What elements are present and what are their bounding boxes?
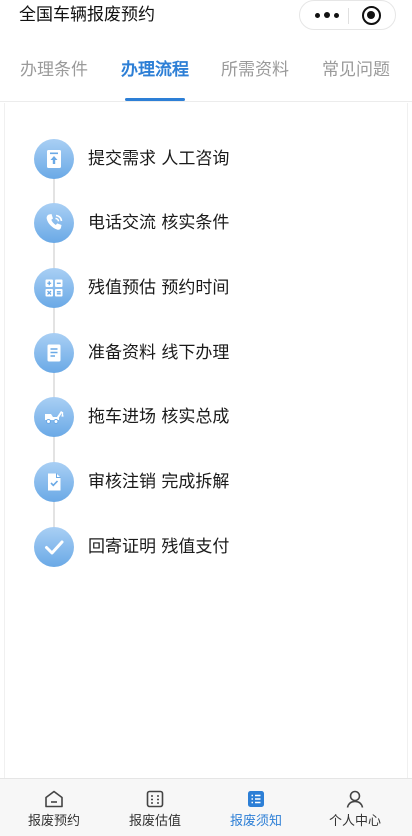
calculator-icon <box>146 790 164 808</box>
home-icon <box>45 790 63 808</box>
process-step: 回寄证明 残值支付 <box>34 527 374 567</box>
tab-materials[interactable]: 所需资料 <box>218 60 292 100</box>
step-label: 准备资料 线下办理 <box>88 343 230 363</box>
checked-document-icon <box>34 462 74 502</box>
more-menu-icon[interactable] <box>306 1 348 29</box>
process-step: 拖车进场 核实总成 <box>34 397 374 437</box>
nav-item-profile[interactable]: 个人中心 <box>305 779 405 836</box>
tab-faq[interactable]: 常见问题 <box>319 60 393 100</box>
close-miniprogram-icon[interactable] <box>362 6 381 25</box>
page-title: 全国车辆报废预约 <box>19 5 155 25</box>
nav-label: 个人中心 <box>328 814 381 829</box>
bottom-tab-bar: 报废预约 报废估值 报废须知 个人中心 <box>0 778 412 836</box>
tab-conditions[interactable]: 办理条件 <box>17 60 91 100</box>
nav-label: 报废须知 <box>229 814 282 829</box>
process-step: 准备资料 线下办理 <box>34 333 374 373</box>
nav-item-appointment[interactable]: 报废预约 <box>4 779 104 836</box>
calculator-icon <box>34 268 74 308</box>
tab-bar: 办理条件 办理流程 所需资料 常见问题 <box>0 50 412 102</box>
process-step: 提交需求 人工咨询 <box>34 139 374 179</box>
step-label: 提交需求 人工咨询 <box>88 149 230 169</box>
user-icon <box>346 790 364 808</box>
tow-truck-icon <box>34 397 74 437</box>
step-label: 电话交流 核实条件 <box>88 213 230 233</box>
nav-label: 报废预约 <box>27 814 80 829</box>
step-label: 回寄证明 残值支付 <box>88 537 230 557</box>
upload-document-icon <box>34 139 74 179</box>
nav-header: 全国车辆报废预约 <box>0 0 412 50</box>
nav-item-valuation[interactable]: 报废估值 <box>105 779 205 836</box>
process-step: 审核注销 完成拆解 <box>34 462 374 502</box>
phone-icon <box>34 203 74 243</box>
step-label: 审核注销 完成拆解 <box>88 472 230 492</box>
tab-process[interactable]: 办理流程 <box>117 60 193 101</box>
list-icon <box>248 791 264 807</box>
process-step: 残值预估 预约时间 <box>34 268 374 308</box>
process-step: 电话交流 核实条件 <box>34 203 374 243</box>
checkmark-icon <box>34 527 74 567</box>
step-label: 拖车进场 核实总成 <box>88 407 230 427</box>
mini-program-capsule <box>299 0 396 30</box>
capsule-divider <box>348 8 349 24</box>
nav-item-notice[interactable]: 报废须知 <box>206 779 306 836</box>
step-label: 残值预估 预约时间 <box>88 278 230 298</box>
document-icon <box>34 333 74 373</box>
nav-label: 报废估值 <box>128 814 181 829</box>
